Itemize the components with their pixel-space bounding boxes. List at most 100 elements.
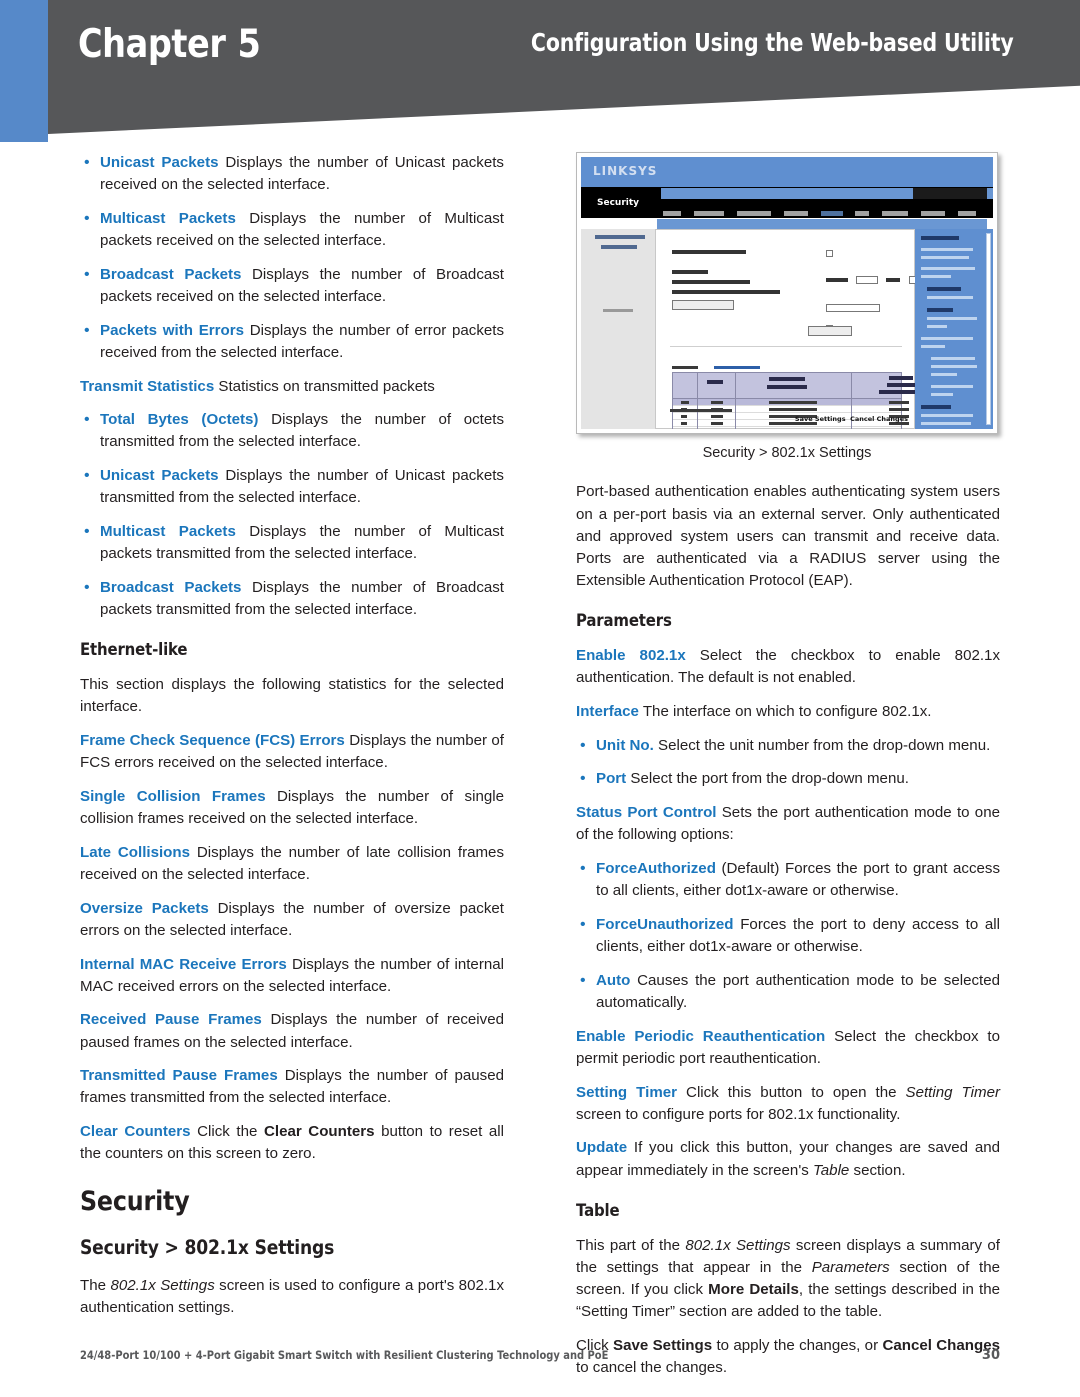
screen-name-italic: Setting Timer xyxy=(905,1083,1000,1101)
screenshot-section-label: Security xyxy=(597,198,640,208)
list-item: Broadcast Packets Displays the number of… xyxy=(80,576,504,621)
list-item: Unicast Packets Displays the number of U… xyxy=(80,151,504,196)
screenshot-form-labels xyxy=(672,250,792,310)
help-subheading xyxy=(927,287,961,291)
term-label: Interface xyxy=(576,703,639,721)
screenshot-nav-item xyxy=(595,235,645,239)
ethernet-like-heading: Ethernet-like xyxy=(80,640,188,661)
table-column-header-periodic xyxy=(887,383,915,387)
ethernet-item-paragraph: Transmitted Pause Frames Displays the nu… xyxy=(80,1065,504,1109)
help-line xyxy=(931,373,957,376)
table-column-header-enable xyxy=(889,376,913,380)
screenshot-unit-select xyxy=(856,276,879,285)
term-label: Transmitted Pause Frames xyxy=(80,1067,278,1085)
screenshot-status-select xyxy=(826,304,880,313)
list-item: Total Bytes (Octets) Displays the number… xyxy=(80,408,504,453)
term-label: Enable Periodic Reauthentication xyxy=(576,1027,826,1045)
cell-control xyxy=(769,408,817,411)
screenshot-help-panel xyxy=(915,229,993,429)
table-heading: Table xyxy=(576,1200,620,1221)
page-header: Chapter 5 Configuration Using the Web-bas… xyxy=(0,0,1080,145)
term-label: Status Port Control xyxy=(576,804,717,822)
header-blue-accent xyxy=(0,0,48,142)
term-label: Unicast Packets xyxy=(100,154,219,171)
term-label: ForceAuthorized xyxy=(596,860,716,878)
figure-block: LINKSYS Security Save Settings Cancel Ch… xyxy=(576,152,1000,464)
list-item: Broadcast Packets Displays the number of… xyxy=(80,263,504,308)
help-line xyxy=(931,357,975,360)
help-scrollbar[interactable] xyxy=(986,233,991,425)
term-label: Transmit Statistics xyxy=(80,377,215,395)
setting-timer-paragraph: Setting Timer Click this button to open … xyxy=(576,1082,1000,1126)
screenshot-tab xyxy=(958,210,976,216)
screenshot-unit-label xyxy=(826,278,848,283)
screen-name-italic: 802.1x Settings xyxy=(685,1236,791,1254)
interface-paragraph: Interface The interface on which to conf… xyxy=(576,701,1000,723)
list-item: Multicast Packets Displays the number of… xyxy=(80,520,504,565)
help-line xyxy=(927,317,977,320)
screenshot-left-nav xyxy=(581,229,655,429)
help-heading xyxy=(921,236,959,240)
more-details-button-name: More Details xyxy=(708,1281,799,1299)
screenshot-tab-active xyxy=(820,210,843,216)
table-header-row xyxy=(673,373,925,399)
screenshot-tab xyxy=(693,210,724,216)
screenshot-setting-timer-button xyxy=(672,300,734,310)
ethernet-item-paragraph: Received Pause Frames Displays the numbe… xyxy=(80,1009,504,1053)
screenshot-divider xyxy=(670,346,902,347)
cell-index xyxy=(681,415,687,418)
term-label: Oversize Packets xyxy=(80,899,209,917)
text-before: If you click this button, your changes a… xyxy=(576,1139,1000,1179)
help-line xyxy=(921,345,945,348)
page-footer: 24/48-Port 10/100 + 4-Port Gigabit Smart… xyxy=(80,1348,1000,1363)
screenshot-port-label xyxy=(886,278,901,283)
screenshot-tab xyxy=(882,210,909,216)
list-item: Port Select the port from the drop-down … xyxy=(576,767,1000,791)
term-label: Update xyxy=(576,1139,628,1157)
header-gray-band xyxy=(48,0,1080,134)
table-row[interactable] xyxy=(673,427,901,429)
screenshot-subnav xyxy=(657,219,987,234)
table-column-header-status xyxy=(769,377,805,381)
security-section-heading: Security xyxy=(80,1185,190,1217)
table-column-divider xyxy=(735,373,736,429)
help-line xyxy=(921,256,969,259)
security-8021x-subheading: Security > 802.1x Settings xyxy=(80,1236,335,1260)
term-label: Clear Counters xyxy=(80,1123,191,1141)
clear-counters-paragraph: Clear Counters Click the Clear Counters … xyxy=(80,1121,504,1165)
screenshot-tab-row xyxy=(663,202,983,238)
help-line xyxy=(921,267,975,270)
list-item: Auto Causes the port authentication mode… xyxy=(576,969,1000,1014)
text-part: This part of the xyxy=(576,1236,686,1254)
figure-caption: Security > 802.1x Settings xyxy=(702,445,872,461)
running-header-title: Configuration Using the Web-based Utilit… xyxy=(531,28,1014,57)
help-line xyxy=(921,422,971,425)
enable-8021x-paragraph: Enable 802.1x Select the checkbox to ena… xyxy=(576,645,1000,689)
ethernet-item-paragraph: Internal MAC Receive Errors Displays the… xyxy=(80,954,504,998)
text-after: screen to configure ports for 802.1x fun… xyxy=(576,1105,901,1123)
term-label: Received Pause Frames xyxy=(80,1011,262,1029)
screenshot-figure: LINKSYS Security Save Settings Cancel Ch… xyxy=(576,152,998,434)
help-line xyxy=(927,325,947,328)
term-label: Broadcast Packets xyxy=(100,265,242,283)
cell-port xyxy=(711,415,723,418)
help-line xyxy=(921,248,973,251)
text-before: Click the xyxy=(190,1123,264,1141)
screenshot-tab xyxy=(736,210,771,216)
cancel-changes-button[interactable]: Cancel Changes xyxy=(850,415,908,423)
cell-index xyxy=(681,401,689,404)
term-label: Port xyxy=(596,770,627,788)
screenshot-action-buttons[interactable]: Save Settings Cancel Changes xyxy=(795,415,908,425)
term-label: Unit No. xyxy=(596,736,654,754)
clear-counters-button-name: Clear Counters xyxy=(263,1123,375,1141)
table-row[interactable] xyxy=(673,399,909,406)
term-label: Setting Timer xyxy=(576,1083,678,1101)
term-label: Single Collision Frames xyxy=(80,787,266,805)
footer-product-name: 24/48-Port 10/100 + 4-Port Gigabit Smart… xyxy=(80,1348,609,1362)
save-settings-button[interactable]: Save Settings xyxy=(795,415,846,423)
ethernet-item-paragraph: Late Collisions Displays the number of l… xyxy=(80,842,504,886)
screenshot-nav-item xyxy=(603,309,633,312)
term-description: Causes the port authentication mode to b… xyxy=(596,971,1000,1011)
enable-periodic-reauth-paragraph: Enable Periodic Reauthentication Select … xyxy=(576,1026,1000,1070)
term-label: Enable 802.1x xyxy=(576,647,686,665)
